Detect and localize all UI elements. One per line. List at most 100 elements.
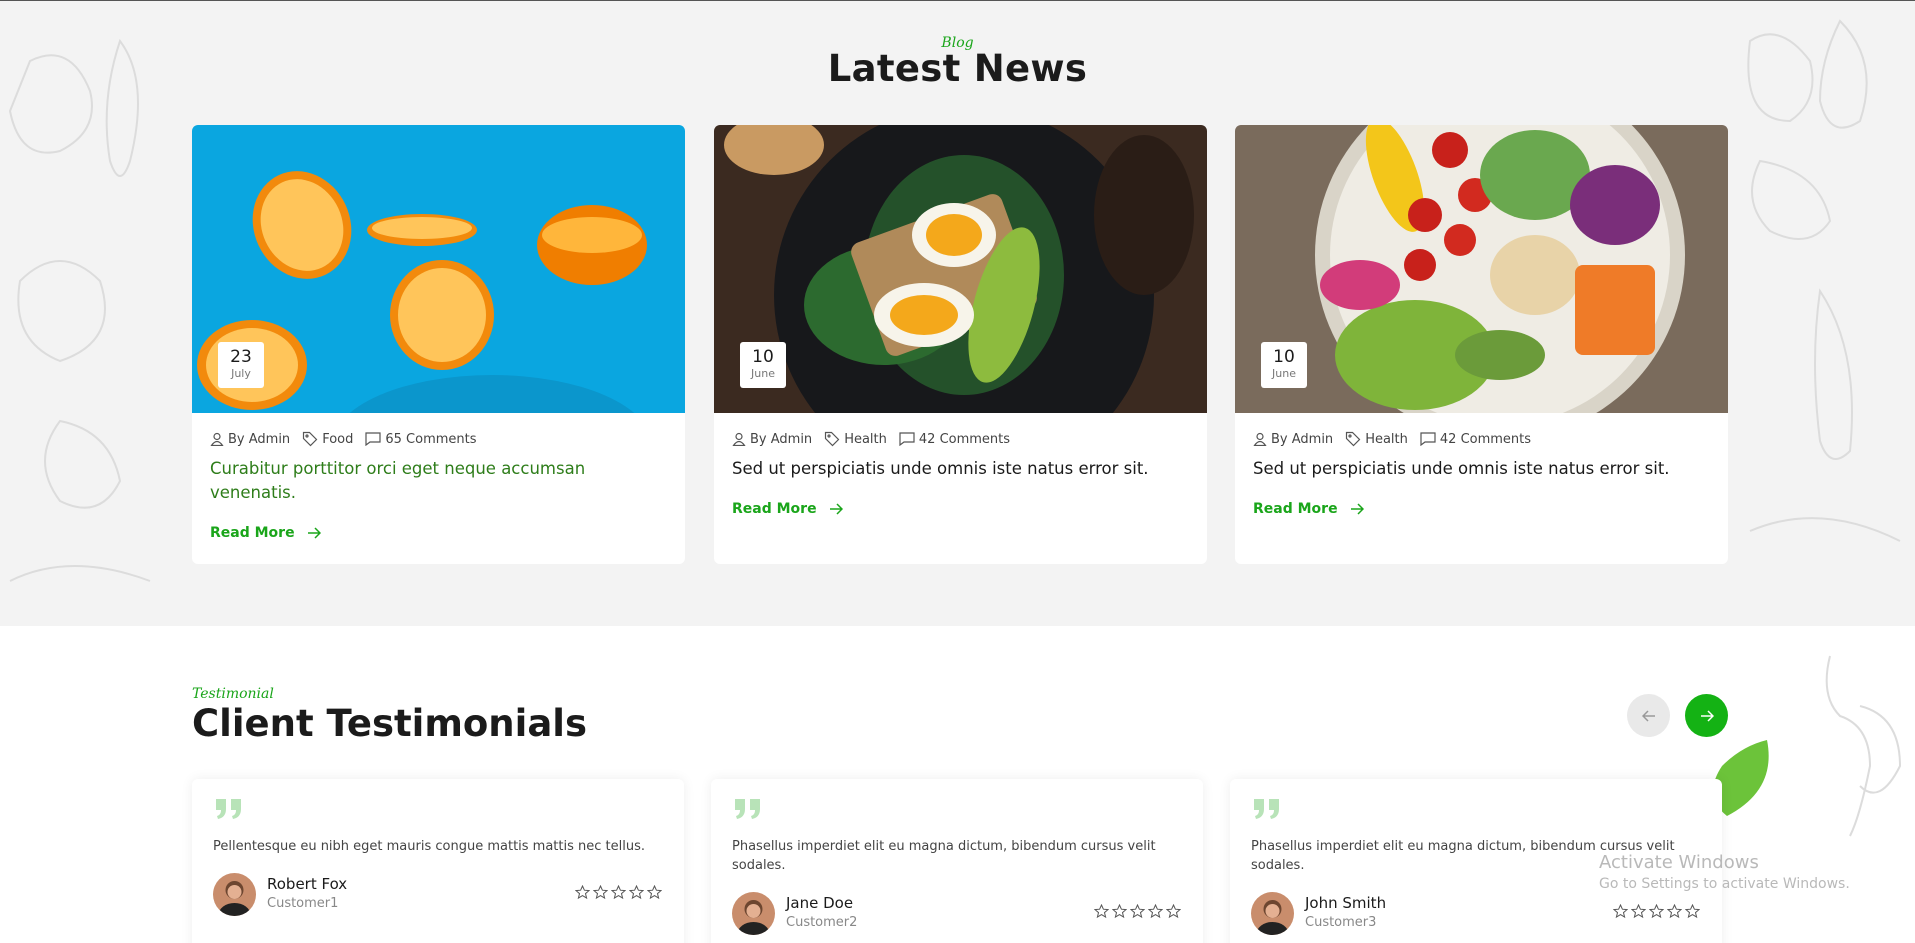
arrow-right-icon bbox=[307, 527, 321, 539]
star-icon bbox=[575, 885, 590, 900]
arrow-right-icon bbox=[829, 503, 843, 515]
comment-icon bbox=[1420, 432, 1436, 446]
arrow-right-icon bbox=[1700, 709, 1714, 722]
avatar bbox=[213, 873, 256, 916]
post-meta: By Admin Health 42 Comments bbox=[732, 431, 1022, 447]
star-icon bbox=[1685, 904, 1700, 919]
post-title[interactable]: Curabitur porttitor orci eget neque accu… bbox=[210, 457, 670, 505]
star-icon bbox=[1667, 904, 1682, 919]
date-day: 10 bbox=[752, 347, 774, 367]
star-icon bbox=[647, 885, 662, 900]
comments-label: 65 Comments bbox=[385, 431, 477, 447]
tag-icon bbox=[303, 431, 318, 447]
comments-label: 42 Comments bbox=[918, 431, 1011, 447]
customer-role: Customer1 bbox=[267, 896, 339, 911]
category-label: Food bbox=[322, 431, 354, 447]
category-meta[interactable]: Health bbox=[824, 431, 887, 447]
user-icon bbox=[732, 432, 746, 446]
author-meta[interactable]: By Admin bbox=[210, 432, 290, 447]
tag-icon bbox=[1346, 431, 1361, 447]
previous-button[interactable] bbox=[1627, 694, 1670, 737]
blog-card[interactable]: 10 June By Admin Health 42 Comments Sed … bbox=[714, 125, 1207, 564]
category-meta[interactable]: Health bbox=[1345, 431, 1408, 447]
testimonials-section: Testimonial Client Testimonials Pellente… bbox=[0, 626, 1915, 943]
star-icon bbox=[1112, 904, 1127, 919]
author-meta[interactable]: By Admin bbox=[1253, 432, 1333, 447]
date-badge: 10 June bbox=[740, 342, 786, 388]
category-label: Health bbox=[844, 431, 887, 447]
date-month: June bbox=[751, 367, 775, 380]
user-icon bbox=[210, 432, 224, 446]
read-more-link[interactable]: Read More bbox=[1253, 501, 1364, 517]
avatar bbox=[732, 892, 775, 935]
star-icon bbox=[1613, 904, 1628, 919]
date-month: June bbox=[1272, 367, 1296, 380]
vegetable-doodle-icon bbox=[8, 38, 151, 582]
post-meta: By Admin Health 42 Comments bbox=[1253, 431, 1543, 447]
customer-role: Customer3 bbox=[1305, 915, 1377, 930]
post-meta: By Admin Food 65 Comments bbox=[210, 431, 489, 447]
read-more-label: Read More bbox=[210, 525, 295, 541]
comments-meta[interactable]: 65 Comments bbox=[365, 431, 477, 447]
testimonial-quote: Phasellus imperdiet elit eu magna dictum… bbox=[732, 839, 1156, 873]
star-icon bbox=[1130, 904, 1145, 919]
comments-meta[interactable]: 42 Comments bbox=[899, 432, 1010, 447]
category-label: Health bbox=[1365, 431, 1408, 447]
testimonial-card: Phasellus imperdiet elit eu magna dictum… bbox=[711, 779, 1203, 943]
author-label: By Admin bbox=[1271, 431, 1334, 447]
testimonial-quote: Pellentesque eu nibh eget mauris congue … bbox=[213, 839, 646, 854]
next-button[interactable] bbox=[1685, 694, 1728, 737]
author-label: By Admin bbox=[750, 431, 813, 447]
testimonial-card: Pellentesque eu nibh eget mauris congue … bbox=[192, 779, 684, 943]
arrow-right-icon bbox=[1350, 503, 1364, 515]
blog-card-image[interactable]: 10 June bbox=[714, 125, 1207, 413]
star-icon bbox=[611, 885, 626, 900]
date-day: 10 bbox=[1273, 347, 1295, 367]
customer-name: Robert Fox bbox=[267, 875, 348, 893]
post-title[interactable]: Sed ut perspiciatis unde omnis iste natu… bbox=[732, 457, 1192, 481]
star-rating bbox=[1094, 904, 1181, 919]
arrow-left-icon bbox=[1641, 709, 1655, 722]
watermark-subtitle: Go to Settings to activate Windows. bbox=[1599, 876, 1850, 892]
read-more-link[interactable]: Read More bbox=[732, 501, 843, 517]
date-day: 23 bbox=[230, 347, 252, 367]
category-meta[interactable]: Food bbox=[302, 431, 353, 447]
star-icon bbox=[1631, 904, 1646, 919]
blog-card[interactable]: 10 June By Admin Health 42 Comments Sed … bbox=[1235, 125, 1728, 564]
blog-card-image[interactable]: 10 June bbox=[1235, 125, 1728, 413]
date-badge: 10 June bbox=[1261, 342, 1307, 388]
latest-news-section: Blog Latest News 23 July By Admin Food 6… bbox=[0, 1, 1915, 626]
comment-icon bbox=[899, 432, 915, 446]
section-title: Client Testimonials bbox=[192, 702, 588, 745]
quote-icon bbox=[1254, 799, 1279, 819]
activate-windows-watermark: Activate Windows Go to Settings to activ… bbox=[1599, 852, 1850, 894]
read-more-label: Read More bbox=[732, 501, 817, 517]
customer-name: John Smith bbox=[1305, 894, 1387, 912]
comments-meta[interactable]: 42 Comments bbox=[1420, 432, 1531, 447]
star-rating bbox=[1613, 904, 1700, 919]
watermark-title: Activate Windows bbox=[1599, 852, 1759, 873]
star-icon bbox=[629, 885, 644, 900]
avatar bbox=[1251, 892, 1294, 935]
star-icon bbox=[1166, 904, 1181, 919]
read-more-link[interactable]: Read More bbox=[210, 525, 321, 541]
star-rating bbox=[575, 885, 662, 900]
customer-name: Jane Doe bbox=[786, 894, 854, 912]
vegetable-doodle-icon bbox=[1747, 19, 1901, 542]
blog-card-image[interactable]: 23 July bbox=[192, 125, 685, 413]
star-icon bbox=[593, 885, 608, 900]
quote-icon bbox=[735, 799, 760, 819]
blog-card[interactable]: 23 July By Admin Food 65 Comments Curabi… bbox=[192, 125, 685, 564]
testimonial-eyebrow: Testimonial bbox=[192, 686, 274, 702]
star-icon bbox=[1649, 904, 1664, 919]
author-meta[interactable]: By Admin bbox=[732, 432, 812, 447]
author-label: By Admin bbox=[228, 431, 291, 447]
vegetable-doodle-icon bbox=[1825, 655, 1902, 837]
star-icon bbox=[1148, 904, 1163, 919]
post-title[interactable]: Sed ut perspiciatis unde omnis iste natu… bbox=[1253, 457, 1713, 481]
date-month: July bbox=[231, 367, 251, 380]
user-icon bbox=[1253, 432, 1267, 446]
tag-icon bbox=[825, 431, 840, 447]
quote-icon bbox=[216, 799, 241, 819]
customer-role: Customer2 bbox=[786, 915, 858, 930]
